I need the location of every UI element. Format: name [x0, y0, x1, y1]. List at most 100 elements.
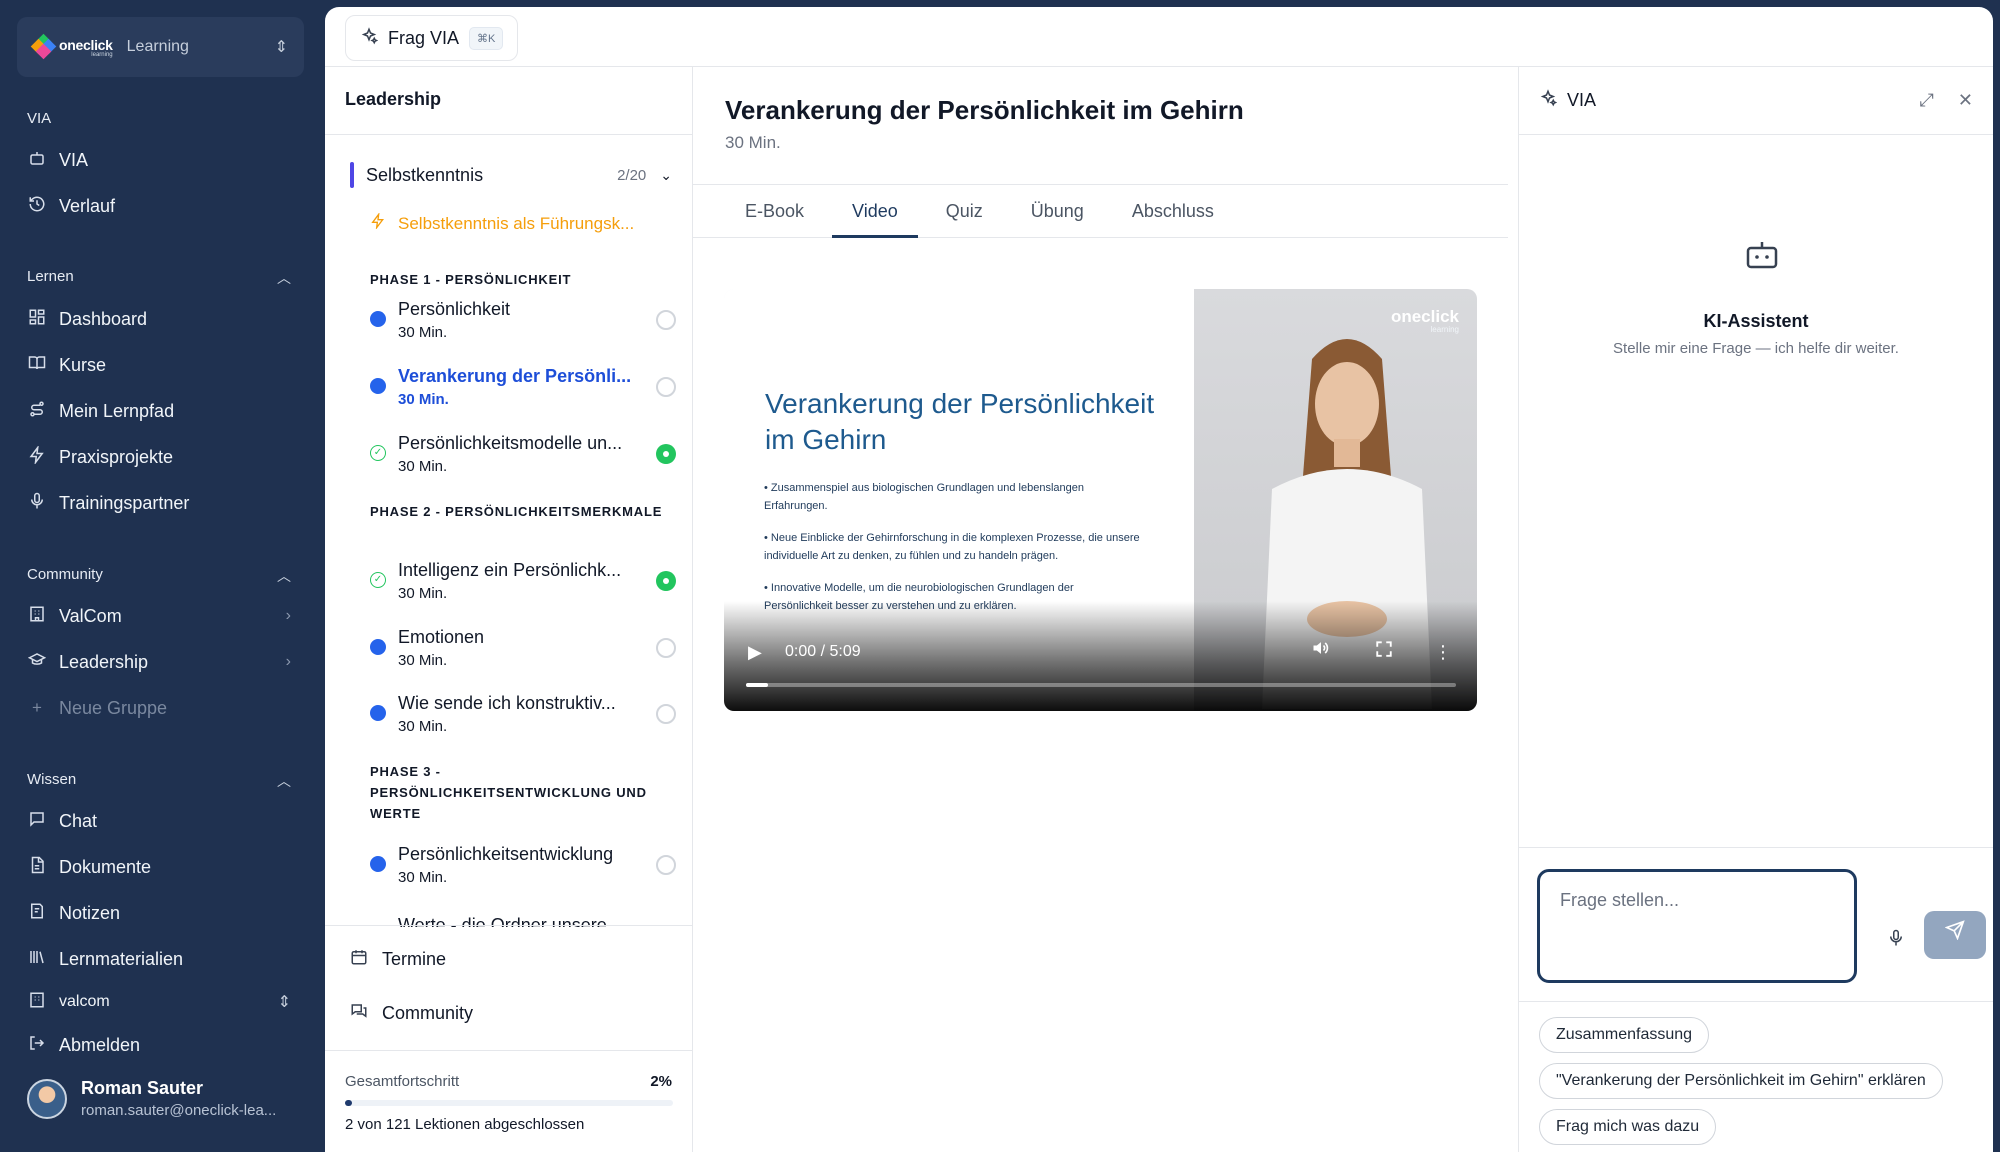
completed-circle-icon[interactable] — [656, 444, 676, 464]
nav-trainingspartner[interactable]: Trainingspartner — [27, 485, 291, 521]
nav-dokumente[interactable]: Dokumente — [27, 849, 291, 885]
lesson-item[interactable]: ✓ Persönlichkeitsmodelle un... 30 Min. — [370, 431, 676, 481]
assistant-title: KI-Assistent — [1703, 311, 1809, 331]
chapter-name: Selbstkenntnis — [366, 164, 484, 185]
frag-via-button[interactable]: Frag VIA ⌘K — [345, 15, 519, 61]
lesson-dot-icon — [370, 639, 386, 655]
suggestion-chip[interactable]: Zusammenfassung — [1539, 1017, 1710, 1053]
more-vertical-icon[interactable]: ⋮ — [1434, 642, 1452, 663]
mic-icon[interactable] — [1887, 928, 1905, 953]
logout-button[interactable]: Abmelden — [27, 1027, 291, 1063]
section-community[interactable]: Community ︿ — [27, 566, 291, 586]
chevron-right-icon: › — [285, 653, 291, 670]
suggestion-chip[interactable]: Frag mich was dazu — [1539, 1109, 1717, 1145]
incomplete-circle-icon[interactable] — [656, 704, 676, 724]
expand-icon[interactable]: ⤢ — [1920, 90, 1934, 111]
top-bar: Frag VIA ⌘K — [325, 7, 1993, 67]
slide-title: Verankerung der Persönlichkeit im Gehirn — [765, 388, 1155, 455]
suggestion-chip[interactable]: "Verankerung der Persönlichkeit im Gehir… — [1539, 1063, 1943, 1099]
plus-icon: + — [32, 698, 42, 717]
lesson-item[interactable]: ✓ Intelligenz ein Persönlichk... 30 Min. — [370, 558, 676, 608]
video-player[interactable]: Verankerung der Persönlichkeit im Gehirn… — [724, 289, 1477, 711]
user-email: roman.sauter@oneclick-lea... — [81, 1102, 277, 1119]
section-wissen[interactable]: Wissen ︿ — [27, 771, 291, 791]
phase-heading: PHASE 1 - PERSÖNLICHKEIT — [370, 272, 572, 287]
course-links: Termine Community — [325, 925, 692, 1023]
lesson-item-active[interactable]: Verankerung der Persönli... 30 Min. — [370, 364, 676, 414]
nav-valcom[interactable]: ValCom › — [27, 598, 291, 634]
chapter-accent-bar — [350, 162, 354, 188]
chapter-header[interactable]: Selbstkenntnis 2/20 ⌄ — [350, 162, 672, 188]
tab-quiz[interactable]: Quiz — [926, 185, 1003, 238]
incomplete-circle-icon[interactable] — [656, 310, 676, 330]
volume-icon[interactable] — [1311, 638, 1331, 663]
section-via: VIA — [27, 110, 52, 127]
tab-video[interactable]: Video — [832, 185, 918, 238]
intro-lesson[interactable]: Selbstkenntnis als Führungsk... — [370, 211, 634, 234]
incomplete-circle-icon[interactable] — [656, 638, 676, 658]
send-button[interactable] — [1924, 911, 1986, 959]
progress-percent: 2% — [650, 1073, 672, 1090]
library-icon — [27, 948, 47, 971]
chapter-count: 2/20 — [617, 166, 647, 184]
via-assistant-panel: VIA ⤢ ✕ KI-Assistent Stelle mir eine Fra… — [1518, 67, 1993, 1152]
progress-bar-fill — [345, 1100, 352, 1106]
lesson-item[interactable]: Wie sende ich konstruktiv... 30 Min. — [370, 691, 676, 741]
document-icon — [27, 856, 47, 879]
nav-leadership[interactable]: Leadership › — [27, 644, 291, 680]
user-name: Roman Sauter — [81, 1078, 204, 1098]
overall-progress: Gesamtfortschritt 2% 2 von 121 Lektionen… — [325, 1050, 692, 1152]
bolt-icon — [27, 444, 47, 469]
via-header: VIA ⤢ ✕ — [1519, 67, 1993, 135]
chevron-up-icon: ︿ — [277, 568, 291, 584]
lesson-item[interactable]: Persönlichkeitsentwicklung 30 Min. — [370, 842, 676, 892]
app-name: Learning — [126, 38, 189, 55]
nav-verlauf[interactable]: Verlauf — [27, 188, 291, 224]
lesson-tabs: E-Book Video Quiz Übung Abschluss — [693, 184, 1508, 238]
nav-kurse[interactable]: Kurse — [27, 347, 291, 383]
question-input[interactable] — [1537, 869, 1857, 983]
tab-uebung[interactable]: Übung — [1011, 185, 1104, 238]
nav-praxisprojekte[interactable]: Praxisprojekte — [27, 439, 291, 475]
nav-neue-gruppe[interactable]: + Neue Gruppe — [27, 690, 291, 726]
termine-link[interactable]: Termine — [350, 948, 446, 971]
fullscreen-icon[interactable] — [1375, 640, 1393, 663]
lesson-item[interactable]: Persönlichkeit 30 Min. — [370, 297, 676, 347]
calendar-icon — [350, 948, 368, 971]
community-link[interactable]: Community — [350, 1002, 473, 1025]
incomplete-circle-icon[interactable] — [656, 855, 676, 875]
lesson-dot-icon — [370, 378, 386, 394]
progress-bar — [345, 1100, 673, 1106]
close-icon[interactable]: ✕ — [1958, 90, 1973, 111]
chevron-up-icon: ︿ — [277, 773, 291, 789]
slide-bullet: • Neue Einblicke der Gehirnforschung in … — [764, 532, 1140, 562]
user-profile[interactable]: Roman Sauter roman.sauter@oneclick-lea..… — [27, 1078, 307, 1119]
video-controls: ▶ 0:00 / 5:09 ⋮ — [724, 601, 1477, 711]
chevron-up-down-icon: ⇕ — [274, 39, 288, 56]
chevron-right-icon: › — [285, 607, 291, 624]
tab-ebook[interactable]: E-Book — [725, 185, 824, 238]
check-circle-icon: ✓ — [370, 572, 386, 588]
check-circle-icon: ✓ — [370, 445, 386, 461]
graduation-icon — [27, 651, 47, 674]
section-lernen[interactable]: Lernen ︿ — [27, 268, 291, 288]
tab-abschluss[interactable]: Abschluss — [1112, 185, 1234, 238]
chevron-down-icon: ⌄ — [660, 166, 672, 183]
video-seekbar[interactable] — [746, 683, 1456, 687]
lesson-item[interactable]: Emotionen 30 Min. — [370, 625, 676, 675]
incomplete-circle-icon[interactable] — [656, 377, 676, 397]
nav-lernmaterialien[interactable]: Lernmaterialien — [27, 941, 291, 977]
nav-lernpfad[interactable]: Mein Lernpfad — [27, 393, 291, 429]
nav-via[interactable]: VIA — [27, 142, 291, 178]
nav-chat[interactable]: Chat — [27, 803, 291, 839]
play-icon[interactable]: ▶ — [748, 642, 762, 663]
lesson-content: Verankerung der Persönlichkeit im Gehirn… — [693, 67, 1508, 1152]
main-panel: Frag VIA ⌘K Leadership Selbstkenntnis 2/… — [325, 7, 1993, 1152]
workspace-switcher[interactable]: valcom ⇕ — [27, 984, 291, 1020]
lesson-dot-icon — [370, 856, 386, 872]
app-switcher[interactable]: oneclick learning Learning ⇕ — [17, 17, 304, 77]
nav-dashboard[interactable]: Dashboard — [27, 301, 291, 337]
phase-heading: PHASE 3 - PERSÖNLICHKEITSENTWICKLUNG UND… — [370, 764, 647, 821]
nav-notizen[interactable]: Notizen — [27, 895, 291, 931]
completed-circle-icon[interactable] — [656, 571, 676, 591]
